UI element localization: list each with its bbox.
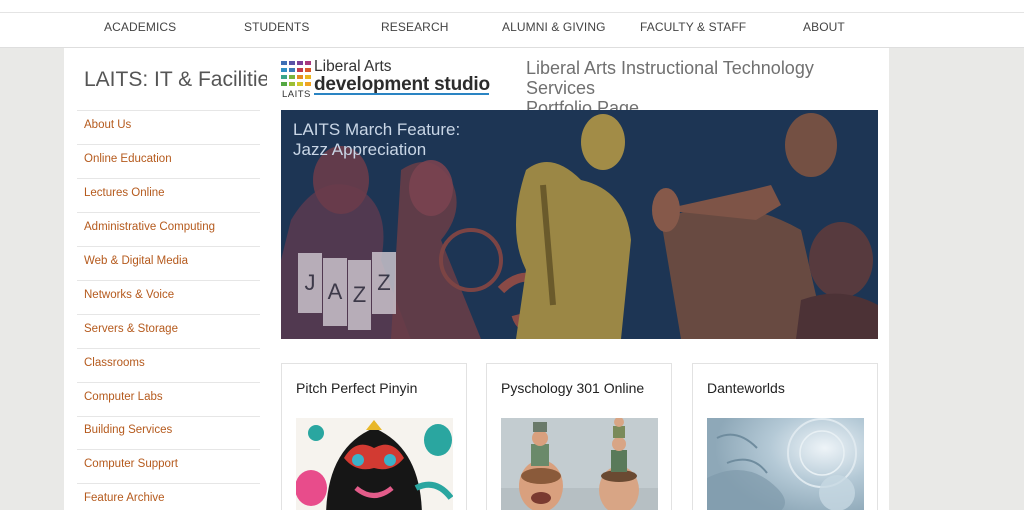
color-grid-logo-icon (281, 61, 311, 86)
sidebar-item-networks-voice[interactable]: Networks & Voice (84, 289, 174, 301)
sidebar-divider (77, 483, 260, 484)
nav-about[interactable]: ABOUT (803, 20, 845, 34)
studio-logo[interactable]: LAITS Liberal Arts development studio (281, 58, 496, 101)
sidebar-item-online-education[interactable]: Online Education (84, 153, 172, 165)
sidebar-divider (77, 314, 260, 315)
stacked-heads-image (501, 418, 658, 510)
papercut-art-image (296, 418, 453, 510)
sidebar-divider (77, 246, 260, 247)
sidebar-item-about-us[interactable]: About Us (84, 119, 131, 131)
sidebar-divider (77, 178, 260, 179)
sidebar-item-computer-support[interactable]: Computer Support (84, 458, 178, 470)
banner-title: LAITS March Feature: Jazz Appreciation (293, 120, 460, 160)
nav-academics[interactable]: ACADEMICS (104, 20, 176, 34)
logo-underline (314, 93, 489, 95)
banner-title-line-1: LAITS March Feature: (293, 120, 461, 139)
card-title: Pyschology 301 Online (501, 380, 645, 396)
sidebar: LAITS: IT & Facilities About Us Online E… (64, 48, 280, 510)
sidebar-divider (77, 348, 260, 349)
sidebar-divider (77, 212, 260, 213)
nav-alumni-giving[interactable]: ALUMNI & GIVING (502, 20, 606, 34)
nav-faculty-staff[interactable]: FACULTY & STAFF (640, 20, 746, 34)
sidebar-item-web-digital-media[interactable]: Web & Digital Media (84, 255, 188, 267)
sidebar-divider (77, 382, 260, 383)
sidebar-divider (77, 110, 260, 111)
main-content: LAITS Liberal Arts development studio Li… (267, 48, 889, 510)
sidebar-item-classrooms[interactable]: Classrooms (84, 357, 145, 369)
sidebar-item-building-services[interactable]: Building Services (84, 424, 172, 436)
sidebar-item-computer-labs[interactable]: Computer Labs (84, 391, 163, 403)
jazz-letter-tile: J (298, 253, 322, 313)
card-image-psychology (501, 418, 658, 510)
sidebar-divider (77, 449, 260, 450)
banner-title-line-2: Jazz Appreciation (293, 140, 427, 159)
card-pitch-perfect-pinyin[interactable]: Pitch Perfect Pinyin (281, 363, 467, 510)
page-heading-line-1: Liberal Arts Instructional Technology Se… (526, 58, 814, 98)
card-image-pinyin (296, 418, 453, 510)
page-heading: Liberal Arts Instructional Technology Se… (526, 58, 886, 118)
card-danteworlds[interactable]: Danteworlds (692, 363, 878, 510)
jazz-letter-tile: A (323, 258, 347, 326)
feature-banner[interactable]: LAITS March Feature: Jazz Appreciation J… (281, 110, 878, 339)
sidebar-divider (77, 280, 260, 281)
main-navigation: ACADEMICS STUDENTS RESEARCH ALUMNI & GIV… (0, 13, 1024, 48)
card-image-danteworlds (707, 418, 864, 510)
sidebar-item-administrative-computing[interactable]: Administrative Computing (84, 221, 215, 233)
card-title: Pitch Perfect Pinyin (296, 380, 418, 396)
celestial-engraving-image (707, 418, 864, 510)
nav-students[interactable]: STUDENTS (244, 20, 309, 34)
card-pyschology-301-online[interactable]: Pyschology 301 Online (486, 363, 672, 510)
logo-small-text: LAITS (282, 89, 311, 100)
jazz-letter-tile: Z (372, 252, 396, 314)
sidebar-item-servers-storage[interactable]: Servers & Storage (84, 323, 178, 335)
sidebar-divider (77, 144, 260, 145)
sidebar-item-feature-archive[interactable]: Feature Archive (84, 492, 165, 504)
card-title: Danteworlds (707, 380, 785, 396)
sidebar-divider (77, 416, 260, 417)
top-utility-strip (0, 0, 1024, 13)
sidebar-item-lectures-online[interactable]: Lectures Online (84, 187, 165, 199)
jazz-letter-tile: Z (348, 260, 371, 330)
sidebar-title: LAITS: IT & Facilities (84, 68, 280, 91)
nav-research[interactable]: RESEARCH (381, 20, 448, 34)
